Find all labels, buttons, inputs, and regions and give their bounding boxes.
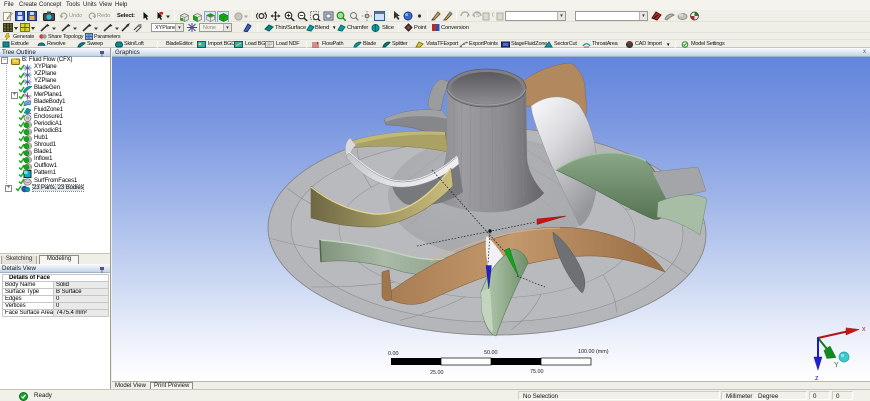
svg-text:75.00: 75.00 bbox=[530, 369, 544, 375]
svg-text:50.00: 50.00 bbox=[484, 350, 498, 356]
svg-text:0.00: 0.00 bbox=[388, 351, 399, 357]
svg-text:25.00: 25.00 bbox=[430, 370, 444, 376]
svg-text:100.00 (mm): 100.00 (mm) bbox=[578, 349, 609, 355]
svg-text:x: x bbox=[862, 326, 866, 333]
svg-text:Y: Y bbox=[834, 362, 839, 369]
